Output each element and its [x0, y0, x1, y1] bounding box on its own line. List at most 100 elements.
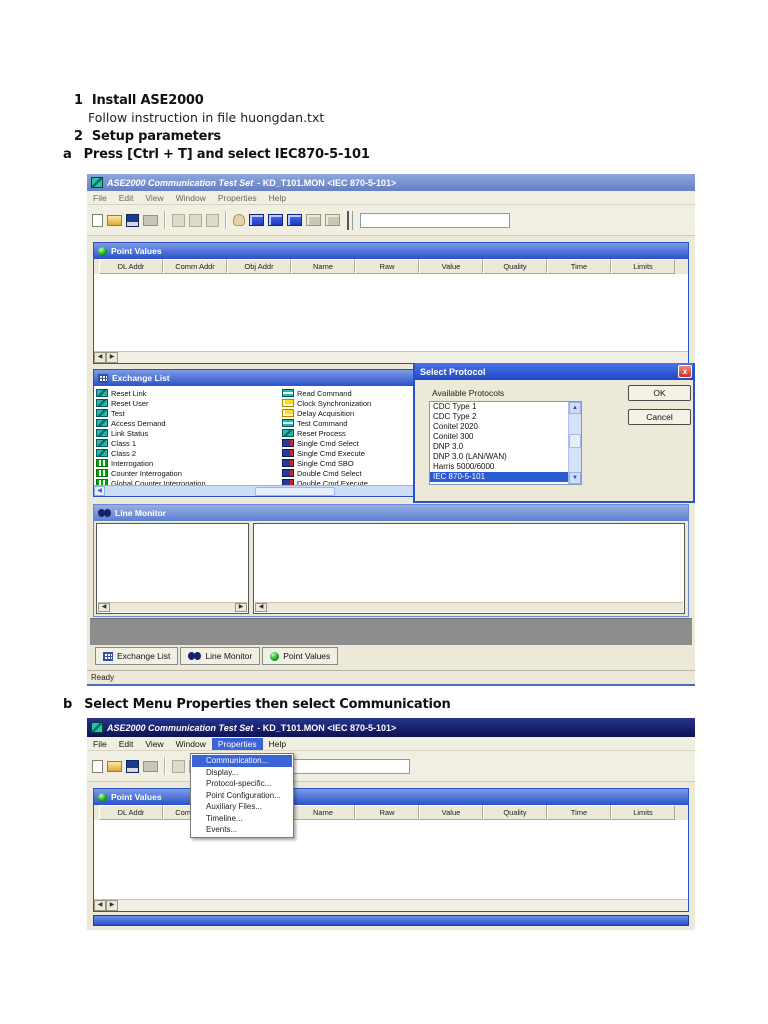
scroll-left-icon[interactable]: ◀ [94, 486, 105, 496]
save-icon[interactable] [126, 213, 139, 227]
exchange-item[interactable]: Test [96, 408, 282, 418]
column-header[interactable]: Raw [355, 805, 419, 820]
menu-item[interactable]: Properties [211, 737, 263, 750]
properties-menu-item[interactable]: Events... [192, 824, 292, 836]
monitor-blue-icon-1[interactable] [249, 214, 264, 226]
exchange-item-label: Read Command [297, 388, 352, 398]
scroll-right-icon[interactable]: ▶ [235, 603, 247, 612]
scroll-right-icon[interactable]: ▶ [106, 900, 118, 911]
menu-item[interactable]: File [87, 192, 113, 204]
protocol-item[interactable]: DNP 3.0 (LAN/WAN) [430, 452, 568, 462]
column-header[interactable]: DL Addr [99, 259, 163, 274]
scroll-left-icon[interactable]: ◀ [94, 900, 106, 911]
properties-menu-item[interactable]: Auxiliary Files... [192, 801, 292, 813]
scroll-left-icon[interactable]: ◀ [98, 603, 110, 612]
new-file-icon[interactable] [92, 213, 103, 227]
column-header[interactable]: DL Addr [99, 805, 163, 820]
print-icon[interactable] [143, 760, 158, 772]
menu-item[interactable]: Window [170, 738, 212, 750]
column-header[interactable]: Name [291, 259, 355, 274]
menu-item[interactable]: Edit [113, 192, 140, 204]
protocol-item[interactable]: Conitel 300 [430, 432, 568, 442]
view-tab[interactable]: Line Monitor [180, 647, 261, 665]
cut-icon[interactable] [172, 759, 185, 773]
column-header[interactable]: Name [291, 805, 355, 820]
open-file-icon[interactable] [107, 214, 122, 226]
column-header[interactable]: Comm Addr [163, 259, 227, 274]
point-values-hscrollbar: ◀ ▶ [94, 351, 688, 363]
protocol-item[interactable]: Conitel 2020 [430, 422, 568, 432]
column-header[interactable]: Value [419, 259, 483, 274]
column-header[interactable]: Time [547, 805, 611, 820]
properties-menu-item[interactable]: Communication... [192, 755, 292, 767]
document-title: - KD_T101.MON <IEC 870-5-101> [257, 177, 397, 188]
exchange-item-icon [282, 449, 294, 457]
properties-menu-item[interactable]: Timeline... [192, 813, 292, 825]
properties-menu-item[interactable]: Protocol-specific... [192, 778, 292, 790]
exchange-item-label: Clock Synchronization [297, 398, 372, 408]
exchange-item[interactable]: Class 2 [96, 448, 282, 458]
close-icon[interactable]: x [678, 365, 692, 378]
protocol-item[interactable]: DNP 3.0 [430, 442, 568, 452]
exchange-item[interactable]: Reset User [96, 398, 282, 408]
column-header[interactable]: Time [547, 259, 611, 274]
column-header[interactable]: Quality [483, 259, 547, 274]
menu-item[interactable]: File [87, 738, 113, 750]
scroll-up-icon[interactable]: ▲ [569, 402, 581, 414]
column-header[interactable]: Value [419, 805, 483, 820]
menu-item[interactable]: Properties [212, 192, 263, 204]
exchange-item-label: Counter Interrogation [111, 468, 182, 478]
monitor-gray-icon-2[interactable] [325, 214, 340, 226]
menu-item[interactable]: View [139, 192, 169, 204]
print-icon[interactable] [143, 214, 158, 226]
menu-item[interactable]: Help [263, 738, 292, 750]
properties-menu-item[interactable]: Display... [192, 767, 292, 779]
exchange-item[interactable]: Interrogation [96, 458, 282, 468]
toolbar-separator [225, 211, 227, 229]
hand-icon[interactable] [233, 214, 245, 226]
exchange-item-label: Reset Process [297, 428, 346, 438]
view-tabs: Exchange List Line Monitor Point Values [95, 647, 339, 665]
scroll-left-icon[interactable]: ◀ [94, 352, 106, 363]
view-tab[interactable]: Exchange List [95, 647, 179, 665]
properties-menu-item[interactable]: Point Configuration... [192, 790, 292, 802]
menu-item[interactable]: View [139, 738, 169, 750]
monitor-blue-icon-2[interactable] [268, 214, 283, 226]
protocol-item[interactable]: CDC Type 2 [430, 412, 568, 422]
open-file-icon[interactable] [107, 760, 122, 772]
column-header[interactable]: Raw [355, 259, 419, 274]
scroll-left-icon[interactable]: ◀ [255, 603, 267, 612]
scrollbar-thumb[interactable] [255, 486, 335, 496]
protocol-item[interactable]: CDC Type 1 [430, 402, 568, 412]
exchange-item[interactable]: Link Status [96, 428, 282, 438]
scrollbar-thumb[interactable] [569, 434, 581, 448]
exchange-item[interactable]: Reset Link [96, 388, 282, 398]
monitor-gray-icon-1[interactable] [306, 214, 321, 226]
column-header[interactable]: Obj Addr [227, 259, 291, 274]
new-file-icon[interactable] [92, 759, 103, 773]
ok-button[interactable]: OK [628, 385, 691, 401]
menu-item[interactable]: Edit [113, 738, 140, 750]
column-header[interactable]: Limits [611, 805, 675, 820]
exchange-item-icon [282, 419, 294, 427]
toolbar-combobox[interactable] [360, 212, 510, 228]
cut-icon[interactable] [172, 213, 185, 227]
copy-icon[interactable] [189, 213, 202, 227]
menu-item[interactable]: Help [263, 192, 292, 204]
paste-icon[interactable] [206, 213, 219, 227]
menu-item[interactable]: Window [170, 192, 212, 204]
exchange-item-icon [96, 419, 108, 427]
exchange-item[interactable]: Class 1 [96, 438, 282, 448]
cancel-button[interactable]: Cancel [628, 409, 691, 425]
scroll-down-icon[interactable]: ▼ [569, 472, 581, 484]
protocol-item[interactable]: IEC 870-5-101 [430, 472, 568, 482]
monitor-blue-icon-3[interactable] [287, 214, 302, 226]
exchange-item[interactable]: Counter Interrogation [96, 468, 282, 478]
save-icon[interactable] [126, 759, 139, 773]
protocol-item[interactable]: Harris 5000/6000 [430, 462, 568, 472]
column-header[interactable]: Limits [611, 259, 675, 274]
scroll-right-icon[interactable]: ▶ [106, 352, 118, 363]
exchange-item[interactable]: Access Demand [96, 418, 282, 428]
column-header[interactable]: Quality [483, 805, 547, 820]
view-tab[interactable]: Point Values [262, 647, 339, 665]
